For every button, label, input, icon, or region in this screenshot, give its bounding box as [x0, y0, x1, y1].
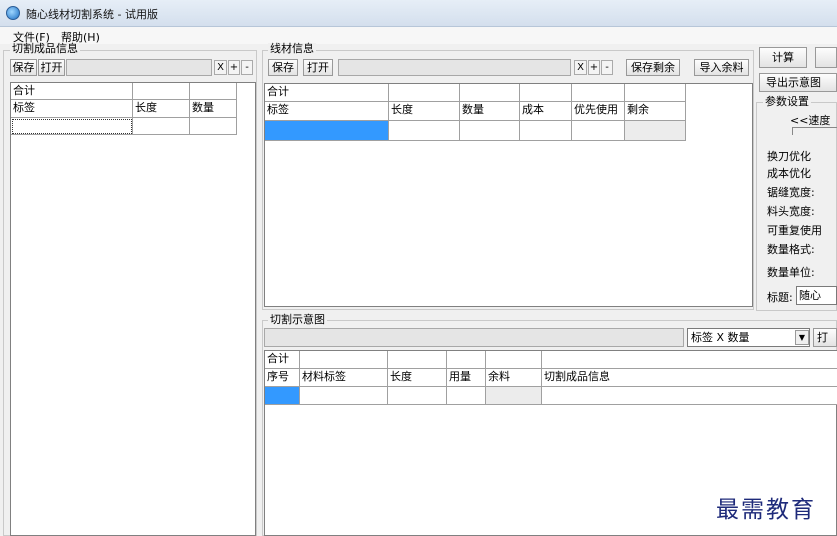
products-grid[interactable]	[10, 82, 256, 536]
diagram-row-material-cell[interactable]	[300, 387, 388, 405]
products-remove-row-button[interactable]: -	[241, 60, 253, 75]
save-remainder-button[interactable]: 保存剩余	[626, 59, 680, 76]
materials-col-qty[interactable]: 数量	[460, 102, 520, 121]
materials-row-qty-cell[interactable]	[460, 121, 520, 141]
diagram-print-button[interactable]: 打	[813, 328, 837, 347]
materials-total-priority	[572, 84, 625, 102]
diagram-total-remainder	[486, 351, 542, 369]
materials-total-label: 合计	[265, 84, 389, 102]
materials-open-button[interactable]: 打开	[303, 59, 333, 76]
chevron-down-icon[interactable]: ▼	[795, 330, 809, 345]
products-row-length-cell[interactable]	[133, 118, 190, 135]
materials-remove-row-button[interactable]: -	[601, 60, 613, 75]
calculate-extra-button[interactable]	[815, 47, 837, 68]
menu-bar	[0, 27, 837, 44]
products-group-title: 切割成品信息	[10, 42, 80, 55]
qty-unit-label: 数量单位:	[767, 266, 815, 279]
params-group-title: 参数设置	[763, 95, 811, 108]
diagram-row-length-cell[interactable]	[388, 387, 447, 405]
materials-add-row-button[interactable]: +	[588, 60, 600, 75]
speed-slider[interactable]	[792, 127, 837, 135]
diagram-format-select-value: 标签 X 数量	[691, 331, 750, 344]
products-row-label-cell[interactable]	[11, 118, 133, 135]
materials-col-label[interactable]: 标签	[265, 102, 389, 121]
materials-col-remain[interactable]: 剩余	[625, 102, 686, 121]
products-total-qty	[190, 83, 237, 100]
products-total-length	[133, 83, 190, 100]
window-title: 随心线材切割系统 - 试用版	[26, 8, 158, 21]
products-save-button[interactable]: 保存	[10, 59, 37, 76]
products-col-length[interactable]: 长度	[133, 100, 190, 118]
diagram-info-bar	[264, 328, 684, 347]
materials-file-path-input[interactable]	[338, 59, 571, 76]
diagram-row-remainder-cell	[486, 387, 542, 405]
materials-total-cost	[520, 84, 572, 102]
reusable-label: 可重复使用	[767, 224, 822, 237]
calculate-button[interactable]: 计算	[759, 47, 807, 68]
products-file-path-input[interactable]	[66, 59, 212, 76]
diagram-col-length[interactable]: 长度	[388, 369, 447, 387]
materials-col-priority[interactable]: 优先使用	[572, 102, 625, 121]
products-total-label: 合计	[11, 83, 133, 100]
title-label: 标题:	[767, 291, 793, 304]
diagram-total-info	[542, 351, 837, 369]
title-input[interactable]: 随心	[796, 286, 837, 305]
diagram-col-index[interactable]: 序号	[265, 369, 300, 387]
materials-row-label-cell[interactable]	[265, 121, 389, 141]
knife-optimize-option[interactable]: 换刀优化	[767, 148, 811, 164]
products-add-row-button[interactable]: +	[228, 60, 240, 75]
diagram-col-usage[interactable]: 用量	[447, 369, 486, 387]
diagram-col-product-info[interactable]: 切割成品信息	[542, 369, 837, 387]
materials-total-length	[389, 84, 460, 102]
materials-row-cost-cell[interactable]	[520, 121, 572, 141]
products-col-label[interactable]: 标签	[11, 100, 133, 118]
materials-col-length[interactable]: 长度	[389, 102, 460, 121]
products-row-qty-cell[interactable]	[190, 118, 237, 135]
diagram-group-title: 切割示意图	[268, 313, 327, 326]
diagram-row-product-info-cell[interactable]	[542, 387, 837, 405]
diagram-format-select[interactable]: 标签 X 数量	[687, 328, 810, 347]
kerf-width-label: 锯缝宽度:	[767, 186, 815, 199]
diagram-total-usage	[447, 351, 486, 369]
watermark: 最需教育	[716, 497, 816, 523]
diagram-col-material-label[interactable]: 材料标签	[300, 369, 388, 387]
materials-col-cost[interactable]: 成本	[520, 102, 572, 121]
products-clear-button[interactable]: X	[214, 60, 227, 75]
cost-optimize-option[interactable]: 成本优化	[767, 165, 811, 181]
materials-group-title: 线材信息	[268, 42, 316, 55]
materials-save-button[interactable]: 保存	[268, 59, 298, 76]
import-remainder-button[interactable]: 导入余料	[694, 59, 749, 76]
head-width-label: 料头宽度:	[767, 205, 815, 218]
materials-clear-button[interactable]: X	[574, 60, 587, 75]
diagram-col-remainder[interactable]: 余料	[486, 369, 542, 387]
materials-row-length-cell[interactable]	[389, 121, 460, 141]
materials-total-qty	[460, 84, 520, 102]
materials-total-remain	[625, 84, 686, 102]
qty-format-label: 数量格式:	[767, 243, 815, 256]
diagram-total-material	[300, 351, 388, 369]
speed-label: <<速度	[790, 114, 831, 127]
export-diagram-button[interactable]: 导出示意图	[759, 73, 837, 92]
diagram-row-usage-cell[interactable]	[447, 387, 486, 405]
materials-row-remain-cell	[625, 121, 686, 141]
products-open-button[interactable]: 打开	[38, 59, 65, 76]
diagram-total-label: 合计	[265, 351, 300, 369]
diagram-total-length	[388, 351, 447, 369]
app-icon	[6, 6, 20, 20]
diagram-row-index-cell[interactable]	[265, 387, 300, 405]
products-col-qty[interactable]: 数量	[190, 100, 237, 118]
materials-row-priority-cell[interactable]	[572, 121, 625, 141]
